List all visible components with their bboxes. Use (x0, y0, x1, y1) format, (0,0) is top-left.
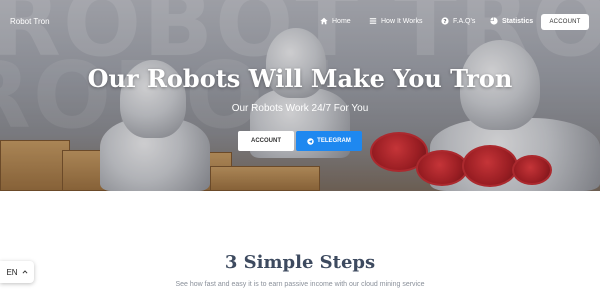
question-icon: ? (441, 17, 449, 25)
nav-item-how-it-works[interactable]: How It Works (369, 17, 423, 25)
language-label: EN (6, 267, 18, 277)
hero-subtitle: Our Robots Work 24/7 For You (231, 103, 369, 114)
nav-item-home[interactable]: Home (320, 17, 351, 25)
telegram-icon (307, 137, 314, 145)
nav-item-label: How It Works (381, 17, 423, 25)
chevron-up-icon (22, 270, 28, 274)
nav-item-label: F.A.Q's (453, 17, 476, 25)
steps-section-subtitle: See how fast and easy it is to earn pass… (175, 281, 425, 288)
telegram-button-label: TELEGRAM (317, 138, 351, 144)
telegram-button[interactable]: TELEGRAM (296, 131, 362, 151)
nav-account-button[interactable]: ACCOUNT (541, 14, 589, 30)
nav-item-label: Statistics (502, 17, 534, 25)
nav-item-statistics[interactable]: Statistics (490, 17, 533, 25)
list-icon (369, 18, 377, 24)
hero-title: Our Robots Will Make You Tron (87, 64, 513, 93)
steps-section-title: 3 Simple Steps (224, 252, 376, 273)
top-navigation: Robot Tron Home How It Works ? F.A.Q's S… (0, 0, 600, 44)
brand-logo[interactable]: Robot Tron (10, 17, 50, 26)
pie-chart-icon (490, 17, 498, 25)
nav-item-faq[interactable]: ? F.A.Q's (441, 17, 475, 25)
nav-item-label: Home (332, 17, 351, 25)
language-selector[interactable]: EN (0, 261, 34, 283)
home-icon (320, 17, 328, 25)
svg-text:?: ? (443, 19, 446, 25)
account-button[interactable]: ACCOUNT (238, 131, 294, 151)
